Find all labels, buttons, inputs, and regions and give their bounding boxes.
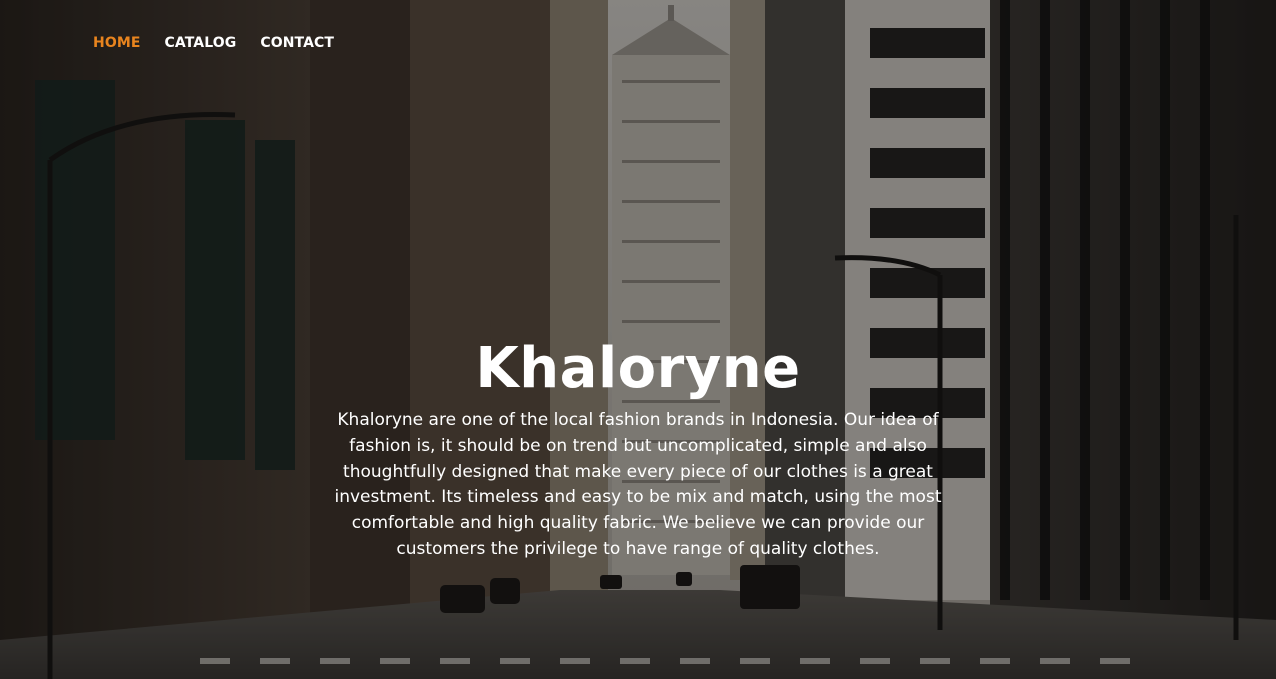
hero-description: Khaloryne are one of the local fashion b… [334, 410, 942, 559]
hero-section: HOME CATALOG CONTACT Khaloryne Khaloryne… [0, 0, 1276, 679]
nav-link-home[interactable]: HOME [93, 34, 141, 52]
hero-content: Khaloryne Khaloryne are one of the local… [0, 330, 1276, 563]
nav-link-catalog[interactable]: CATALOG [165, 34, 237, 52]
nav-link-contact[interactable]: CONTACT [260, 34, 334, 52]
hero-title: Khaloryne [475, 336, 801, 401]
main-nav: HOME CATALOG CONTACT [93, 34, 334, 52]
